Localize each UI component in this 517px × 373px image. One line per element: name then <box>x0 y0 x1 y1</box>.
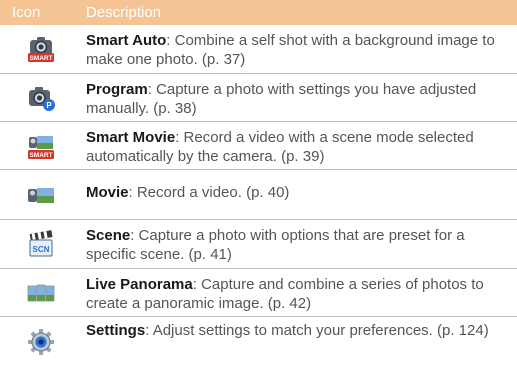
mode-text: : Capture a photo with options that are … <box>86 227 465 263</box>
program-camera-icon: P <box>29 86 55 111</box>
smart-movie-icon: SMART <box>28 135 54 159</box>
row-description: Smart Movie: Record a video with a scene… <box>82 122 517 169</box>
table-header: Icon Description <box>0 0 517 25</box>
row-description: Settings: Adjust settings to match your … <box>82 317 517 367</box>
svg-text:P: P <box>46 101 52 110</box>
live-panorama-icon <box>27 284 55 301</box>
svg-text:SMART: SMART <box>29 55 52 62</box>
table-row: Movie: Record a video. (p. 40) <box>0 170 517 220</box>
mode-text: : Adjust settings to match your preferen… <box>145 322 489 339</box>
description-column-header: Description <box>86 4 162 21</box>
table-row: Settings: Adjust settings to match your … <box>0 317 517 367</box>
row-description: Movie: Record a video. (p. 40) <box>82 170 517 219</box>
row-description: Scene: Capture a photo with options that… <box>82 220 517 268</box>
mode-title: Smart Auto <box>86 32 167 49</box>
row-description: Smart Auto: Combine a self shot with a b… <box>82 25 517 73</box>
table-row: Live Panorama: Capture and combine a ser… <box>0 269 517 317</box>
svg-text:SCN: SCN <box>33 245 50 254</box>
row-description: Live Panorama: Capture and combine a ser… <box>82 269 517 316</box>
mode-title: Live Panorama <box>86 276 193 293</box>
table-row: SMART Smart Movie: Record a video with a… <box>0 122 517 170</box>
smart-auto-camera-icon: SMART <box>28 37 54 62</box>
icon-cell <box>0 170 82 219</box>
mode-title: Smart Movie <box>86 129 176 146</box>
icon-cell: P <box>0 74 82 121</box>
icon-column-header: Icon <box>12 4 41 21</box>
icon-cell <box>0 317 82 367</box>
svg-text:SMART: SMART <box>29 152 52 159</box>
movie-icon <box>28 187 54 203</box>
icon-cell: SMART <box>0 122 82 169</box>
mode-title: Scene <box>86 227 131 244</box>
mode-title: Program <box>86 81 148 98</box>
scene-icon: SCN <box>29 230 53 257</box>
settings-gear-icon <box>28 329 54 355</box>
table-row: SCN Scene: Capture a photo with options … <box>0 220 517 269</box>
icon-cell: SCN <box>0 220 82 268</box>
mode-title: Settings <box>86 322 146 339</box>
mode-text: : Record a video. (p. 40) <box>128 184 290 201</box>
table-row: SMART Smart Auto: Combine a self shot wi… <box>0 25 517 74</box>
icon-cell <box>0 269 82 316</box>
icon-cell: SMART <box>0 25 82 73</box>
mode-title: Movie <box>86 184 129 201</box>
row-description: Program: Capture a photo with settings y… <box>82 74 517 121</box>
mode-icon-table: Icon Description SMART Smart Auto: Combi… <box>0 0 517 367</box>
table-row: P Program: Capture a photo with settings… <box>0 74 517 122</box>
